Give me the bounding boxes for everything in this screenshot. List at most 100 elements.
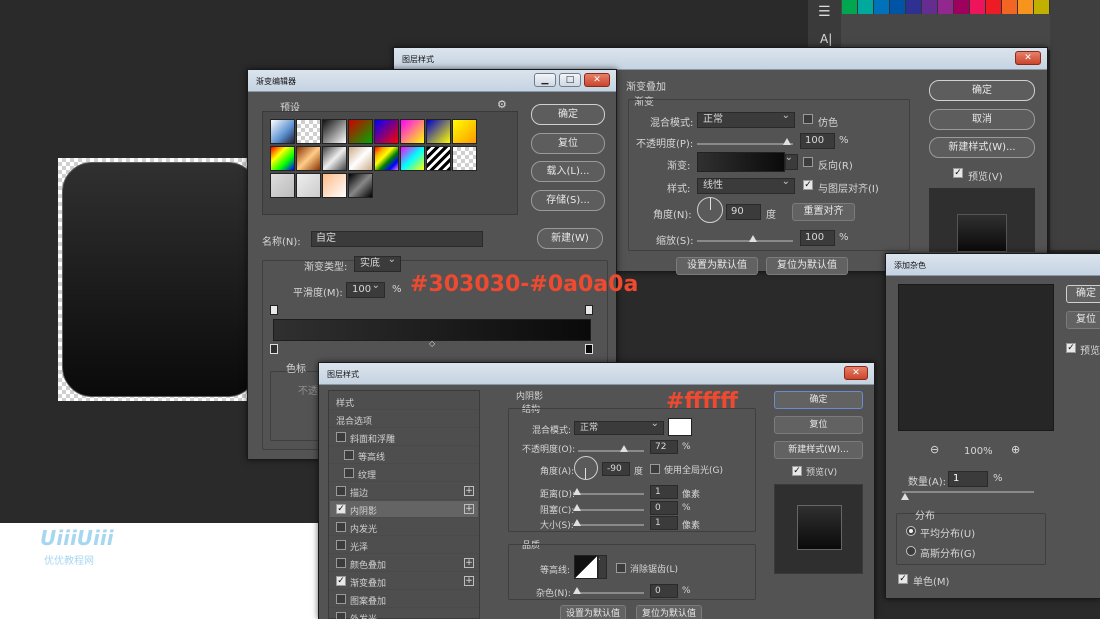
style-checkbox[interactable] (344, 450, 354, 460)
opacity-slider-thumb[interactable] (620, 445, 628, 452)
noise-slider[interactable] (574, 592, 644, 594)
opacity-stop-left[interactable] (270, 305, 278, 315)
set-default-button[interactable]: 设置为默认值 (560, 605, 626, 619)
minimize-button[interactable]: ▁ (534, 73, 556, 87)
style-checkbox[interactable]: ✓ (336, 576, 346, 586)
gradient-preset-swatch[interactable] (374, 146, 399, 171)
color-swatch[interactable] (890, 0, 906, 14)
style-list-item[interactable]: 图案叠加 (330, 591, 478, 608)
gradient-preset-swatch[interactable] (348, 119, 373, 144)
color-swatch[interactable] (954, 0, 970, 14)
reset-button[interactable]: 复位 (531, 133, 605, 154)
color-swatch[interactable] (922, 0, 938, 14)
style-list-item[interactable]: 混合选项 (330, 411, 478, 428)
style-list-item[interactable]: ✓ 内阴影 + (330, 501, 478, 518)
amount-slider-thumb[interactable] (901, 493, 909, 500)
load-button[interactable]: 载入(L)... (531, 161, 605, 182)
dither-checkbox[interactable] (803, 114, 813, 124)
gradient-preset-swatch[interactable] (296, 119, 321, 144)
ok-button[interactable]: 确定 (531, 104, 605, 125)
gradient-preset-swatch[interactable] (374, 119, 399, 144)
angle-dial[interactable] (574, 456, 598, 480)
antialias-checkbox[interactable] (616, 563, 626, 573)
distance-input[interactable]: 1 (650, 485, 678, 499)
add-effect-icon[interactable]: + (464, 576, 474, 586)
gradient-preset-swatch[interactable] (426, 119, 451, 144)
reset-align-button[interactable]: 重置对齐 (792, 203, 855, 221)
opacity-slider-thumb[interactable] (783, 138, 791, 145)
monochrome-checkbox[interactable]: ✓ (898, 574, 908, 584)
ok-button[interactable]: 确定 (774, 391, 863, 409)
gradient-preset-swatch[interactable] (296, 146, 321, 171)
scale-slider-thumb[interactable] (749, 235, 757, 242)
zoom-out-icon[interactable]: ⊖ (930, 443, 939, 456)
zoom-in-icon[interactable]: ⊕ (1011, 443, 1020, 456)
color-swatch[interactable] (970, 0, 986, 14)
gradient-preset-swatch[interactable] (426, 146, 451, 171)
maximize-button[interactable]: □ (559, 73, 581, 87)
gradient-preset-swatch[interactable] (452, 119, 477, 144)
style-list-item[interactable]: 描边 + (330, 483, 478, 500)
gear-icon[interactable]: ⚙ (497, 98, 507, 111)
gradient-preset-swatch[interactable] (348, 173, 373, 198)
color-swatch[interactable] (874, 0, 890, 14)
color-swatch[interactable] (1018, 0, 1034, 14)
noise-input[interactable]: 0 (650, 584, 678, 598)
adjust-icon[interactable]: ☰ (818, 4, 831, 20)
text-tool-icon[interactable]: A| (820, 32, 832, 46)
angle-input[interactable]: 90 (726, 204, 761, 220)
cancel-button[interactable]: 取消 (929, 109, 1035, 130)
preview-checkbox[interactable]: ✓ (953, 168, 963, 178)
color-stop-left[interactable] (270, 344, 278, 354)
angle-input[interactable]: -90 (602, 462, 630, 476)
gradient-preset-swatch[interactable] (296, 173, 321, 198)
size-slider[interactable] (574, 524, 644, 526)
color-swatch[interactable] (858, 0, 874, 14)
close-button[interactable]: ✕ (584, 73, 610, 87)
size-slider-thumb[interactable] (573, 519, 581, 526)
reset-button[interactable]: 复位 (1066, 311, 1100, 329)
gradient-preset-swatch[interactable] (322, 173, 347, 198)
gradient-preset-swatch[interactable] (322, 146, 347, 171)
new-button[interactable]: 新建(W) (537, 228, 603, 249)
shadow-color-swatch[interactable] (668, 418, 692, 436)
gradient-bar[interactable] (273, 319, 591, 341)
preview-checkbox[interactable]: ✓ (1066, 343, 1076, 353)
style-checkbox[interactable] (336, 558, 346, 568)
ok-button[interactable]: 确定 (929, 80, 1035, 101)
style-checkbox[interactable] (336, 432, 346, 442)
style-checkbox[interactable]: ✓ (336, 504, 346, 514)
size-input[interactable]: 1 (650, 516, 678, 530)
noise-slider-thumb[interactable] (573, 587, 581, 594)
opacity-stop-right[interactable] (585, 305, 593, 315)
reset-button[interactable]: 复位 (774, 416, 863, 434)
opacity-slider[interactable] (697, 143, 793, 145)
add-effect-icon[interactable]: + (464, 486, 474, 496)
style-checkbox[interactable] (336, 540, 346, 550)
color-swatch[interactable] (986, 0, 1002, 14)
style-list-item[interactable]: 颜色叠加 + (330, 555, 478, 572)
color-swatch[interactable] (1034, 0, 1050, 14)
style-checkbox[interactable] (344, 468, 354, 478)
preview-checkbox[interactable]: ✓ (792, 466, 802, 476)
color-swatch[interactable] (938, 0, 954, 14)
style-list-item[interactable]: 斜面和浮雕 (330, 429, 478, 446)
gradient-preset-swatch[interactable] (400, 146, 425, 171)
close-button[interactable]: ✕ (844, 366, 868, 380)
gradient-type-select[interactable]: 实底 (354, 256, 401, 272)
style-list-item[interactable]: 等高线 (330, 447, 478, 464)
midpoint-marker[interactable]: ◇ (429, 339, 435, 348)
gradient-preset-swatch[interactable] (270, 173, 295, 198)
choke-input[interactable]: 0 (650, 501, 678, 515)
new-style-button[interactable]: 新建样式(W)... (774, 441, 863, 459)
amount-slider[interactable] (902, 491, 1034, 493)
gradient-preset-swatch[interactable] (270, 146, 295, 171)
add-effect-icon[interactable]: + (464, 558, 474, 568)
choke-slider-thumb[interactable] (573, 504, 581, 511)
smoothness-select[interactable]: 100 (346, 282, 385, 298)
scale-slider[interactable] (697, 240, 793, 242)
uniform-radio[interactable] (906, 526, 916, 536)
add-effect-icon[interactable]: + (464, 504, 474, 514)
color-swatch[interactable] (906, 0, 922, 14)
style-list-item[interactable]: 纹理 (330, 465, 478, 482)
